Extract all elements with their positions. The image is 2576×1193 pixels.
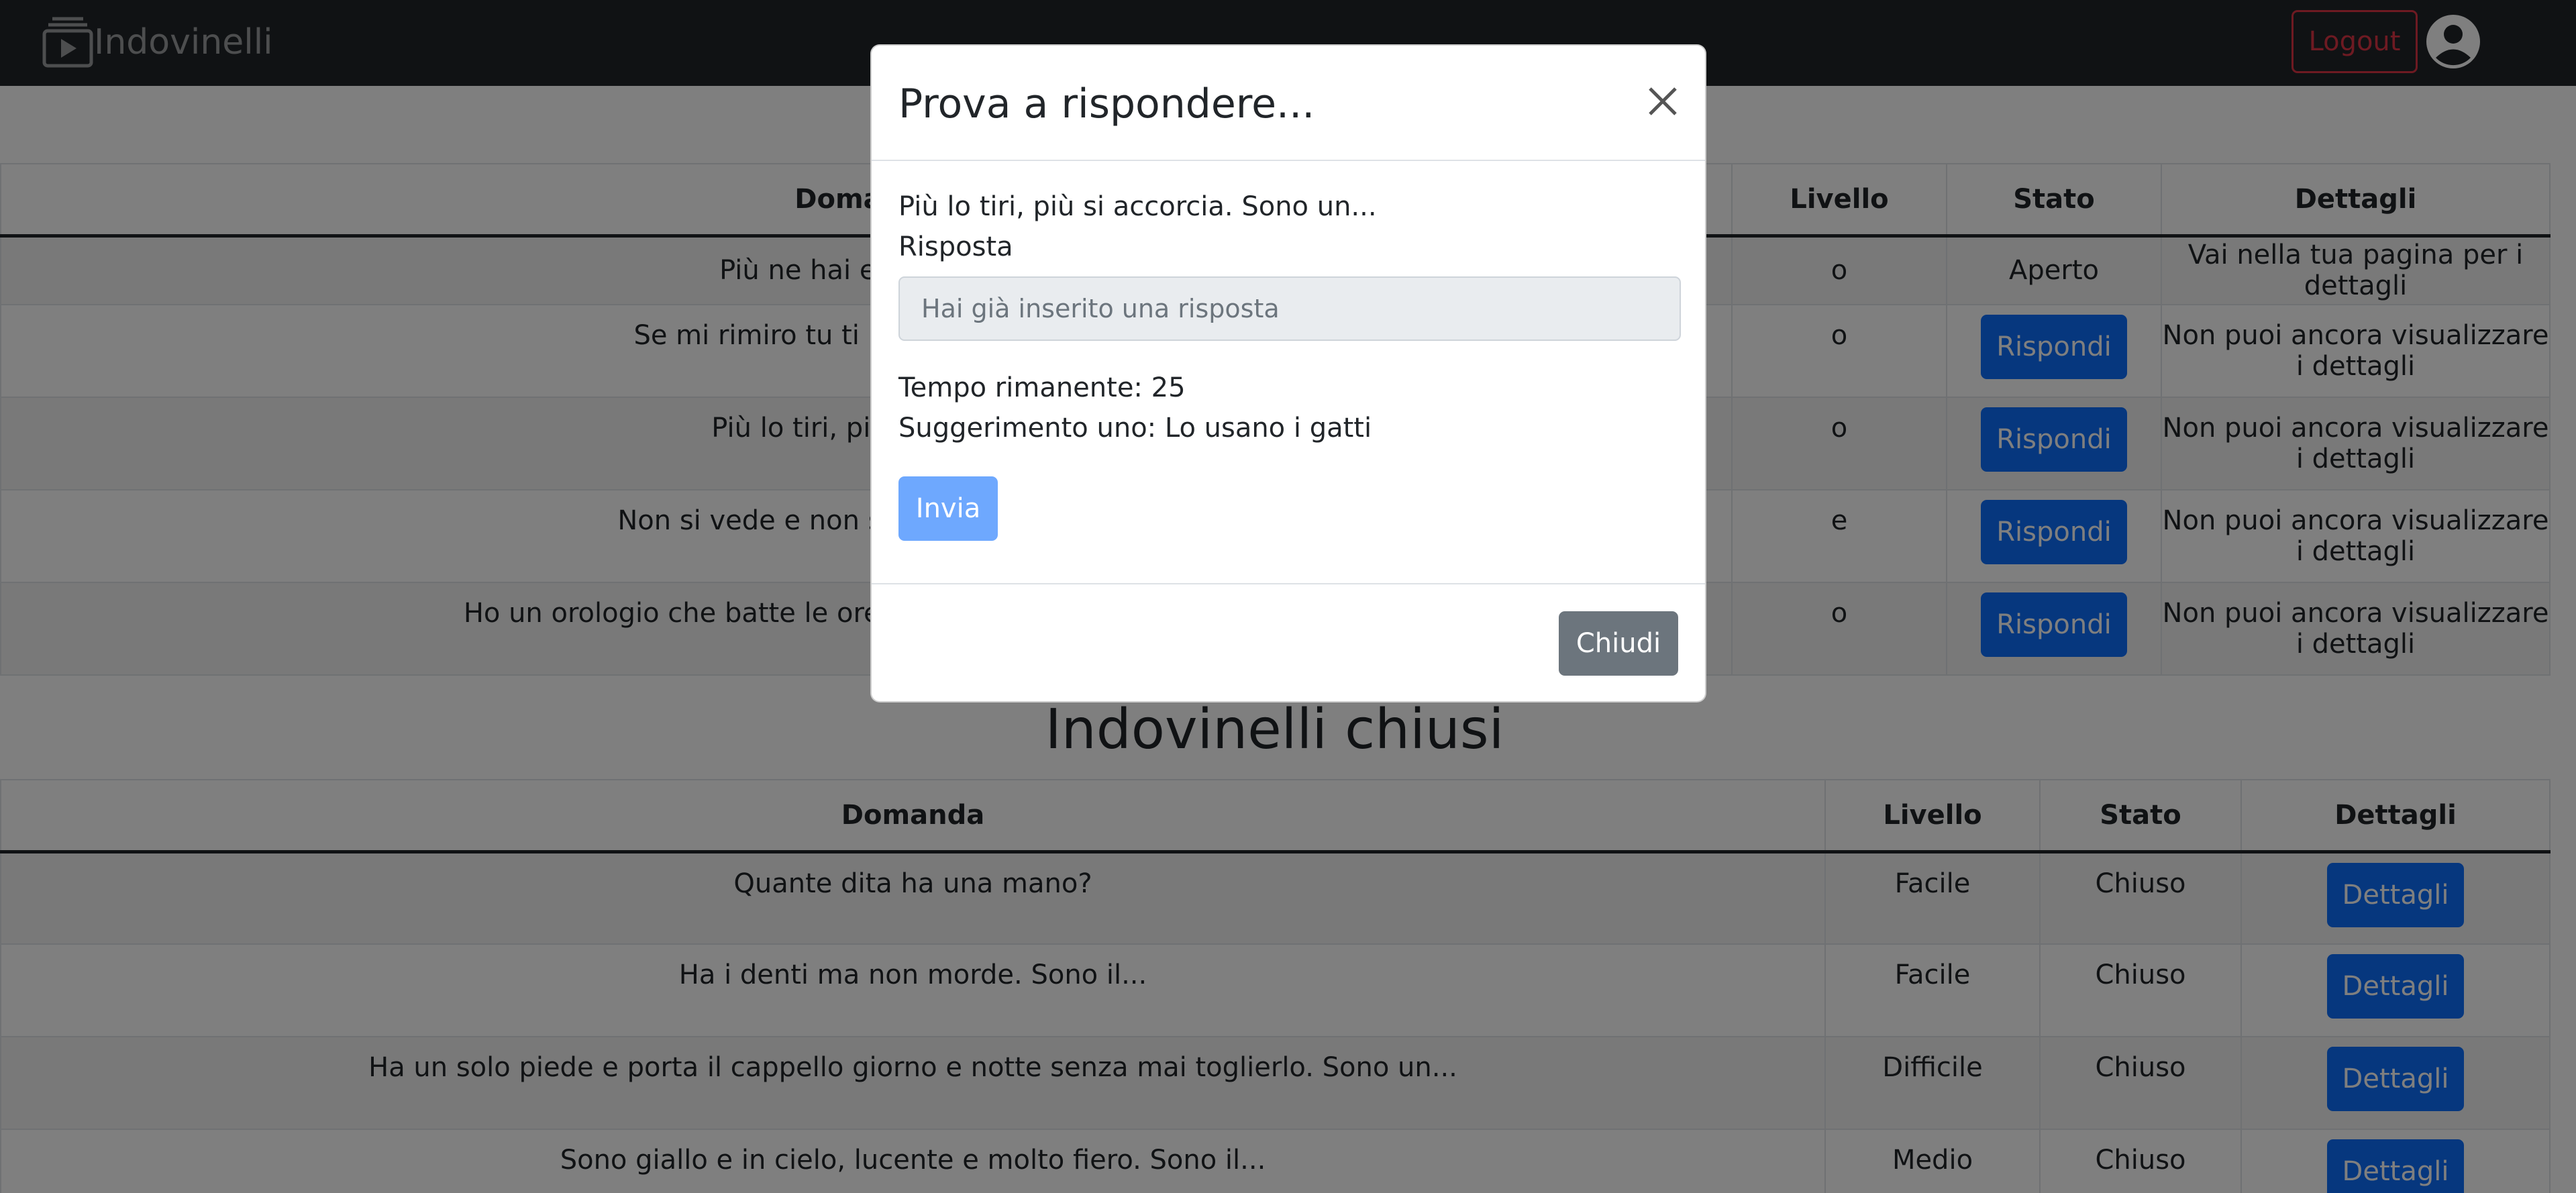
modal-footer: Chiudi [872,583,1705,704]
close-icon[interactable] [1646,85,1680,118]
answer-modal: Prova a rispondere... Più lo tiri, più s… [870,44,1706,703]
modal-header: Prova a rispondere... [872,46,1705,161]
send-button[interactable]: Invia [898,476,998,541]
answer-label: Risposta [898,231,1013,262]
answer-input[interactable] [898,276,1681,341]
modal-body: Più lo tiri, più si accorcia. Sono un...… [898,187,1681,541]
time-remaining: Tempo rimanente: 25 [898,372,1186,403]
riddle-question: Più lo tiri, più si accorcia. Sono un... [898,191,1377,222]
hint-text: Suggerimento uno: Lo usano i gatti [898,413,1372,444]
close-button[interactable]: Chiudi [1559,611,1678,676]
modal-title: Prova a rispondere... [898,81,1315,127]
